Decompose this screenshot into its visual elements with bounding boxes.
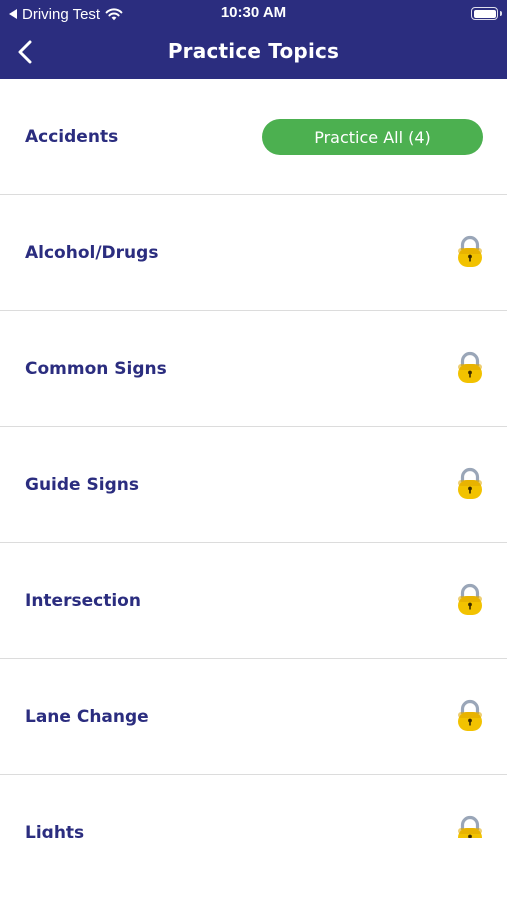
topic-label: Common Signs (25, 359, 167, 379)
topic-label: Lane Change (25, 707, 149, 727)
topic-label: Alcohol/Drugs (25, 243, 159, 263)
lock-icon (458, 351, 482, 383)
topic-label: Intersection (25, 591, 141, 611)
topic-label: Accidents (25, 127, 119, 147)
status-time: 10:30 AM (220, 4, 287, 21)
topic-row-lane-change[interactable]: Lane Change (0, 659, 507, 775)
topic-row-accidents[interactable]: Accidents Practice All (4) (0, 79, 507, 195)
topic-row-intersection[interactable]: Intersection (0, 543, 507, 659)
lock-icon (458, 467, 482, 499)
topic-list: Accidents Practice All (4) Alcohol/Drugs… (0, 79, 507, 849)
topic-row-guide-signs[interactable]: Guide Signs (0, 427, 507, 543)
battery-fill (473, 9, 496, 18)
topic-label: Guide Signs (25, 475, 139, 495)
lock-icon (458, 235, 482, 267)
practice-all-button[interactable]: Practice All (4) (262, 119, 483, 155)
topic-row-common-signs[interactable]: Common Signs (0, 311, 507, 427)
page-title: Practice Topics (167, 39, 340, 63)
battery-icon (471, 7, 498, 20)
lock-icon (458, 583, 482, 615)
header: Driving Test 10:30 AM Practice Topics (0, 0, 507, 79)
status-bar: Driving Test 10:30 AM (0, 0, 507, 28)
topic-row-alcohol-drugs[interactable]: Alcohol/Drugs (0, 195, 507, 311)
lock-icon (458, 699, 482, 731)
nav-bar: Practice Topics (0, 28, 507, 79)
bottom-blank-area (0, 838, 507, 900)
